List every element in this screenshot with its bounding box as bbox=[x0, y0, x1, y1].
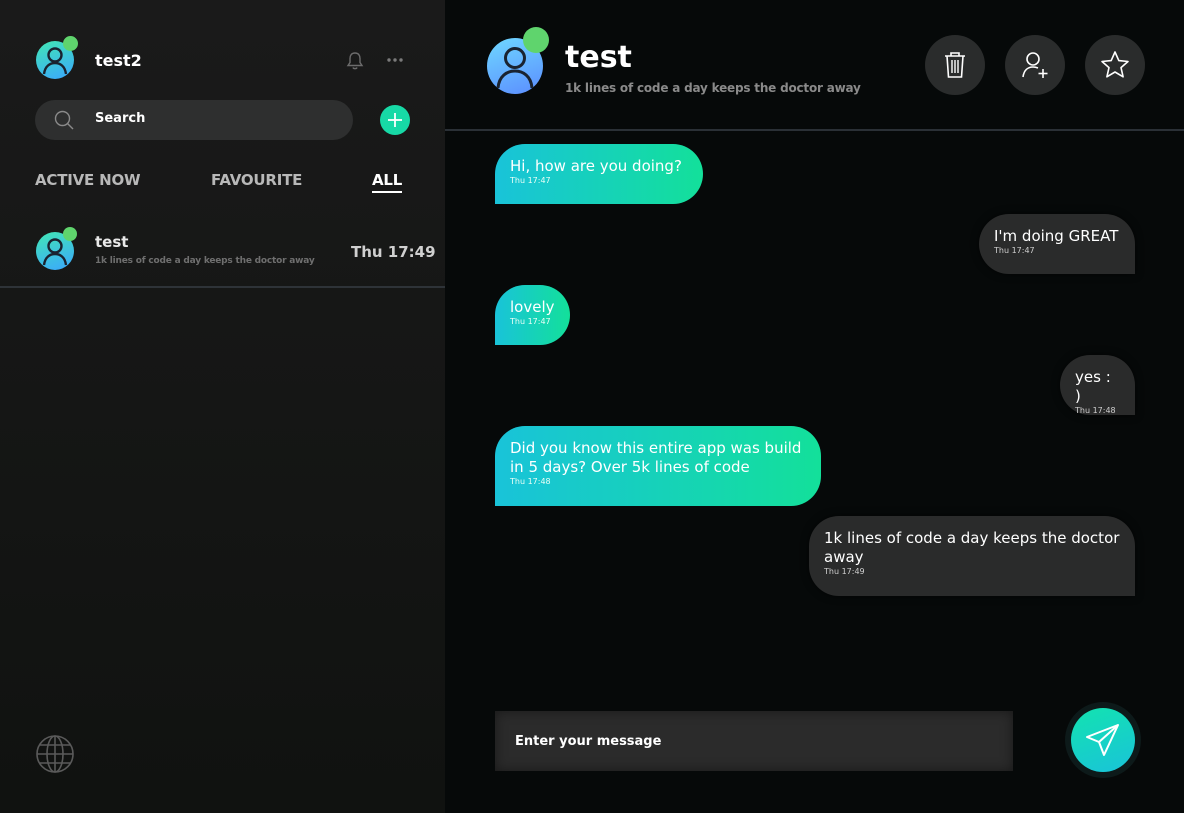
message-outgoing: I'm doing GREAT Thu 17:47 bbox=[979, 214, 1135, 274]
current-user-name: test2 bbox=[95, 51, 142, 70]
message-text: lovely bbox=[510, 298, 555, 316]
tab-all[interactable]: ALL bbox=[372, 171, 402, 193]
trash-icon bbox=[945, 52, 965, 78]
message-outgoing: yes : ) Thu 17:48 bbox=[1060, 355, 1135, 415]
send-icon bbox=[1086, 724, 1119, 756]
delete-chat-button[interactable] bbox=[925, 35, 985, 95]
message-incoming: Did you know this entire app was build i… bbox=[495, 426, 821, 506]
plus-icon bbox=[388, 113, 402, 127]
chat-contact-name: test bbox=[565, 40, 632, 75]
message-time: Thu 17:48 bbox=[510, 477, 551, 486]
contact-last-message: 1k lines of code a day keeps the doctor … bbox=[95, 256, 315, 266]
message-time: Thu 17:47 bbox=[510, 176, 551, 185]
message-incoming: Hi, how are you doing? Thu 17:47 bbox=[495, 144, 703, 204]
chat-contact-status: 1k lines of code a day keeps the doctor … bbox=[565, 81, 861, 95]
bell-icon[interactable] bbox=[344, 50, 366, 72]
star-icon bbox=[1101, 51, 1129, 78]
message-text: I'm doing GREAT bbox=[994, 227, 1119, 245]
online-indicator bbox=[523, 27, 549, 53]
message-text: Did you know this entire app was build i… bbox=[510, 439, 802, 476]
online-indicator bbox=[63, 227, 77, 241]
search-input[interactable]: Search bbox=[35, 100, 353, 140]
message-text: 1k lines of code a day keeps the doctor … bbox=[824, 529, 1120, 566]
message-time: Thu 17:47 bbox=[510, 317, 551, 326]
message-composer bbox=[495, 711, 1013, 771]
message-text: yes : ) bbox=[1075, 368, 1111, 405]
message-time: Thu 17:48 bbox=[1075, 406, 1116, 415]
search-icon bbox=[54, 110, 74, 130]
add-user-icon bbox=[1022, 52, 1048, 78]
message-time: Thu 17:49 bbox=[824, 567, 865, 576]
contact-last-time: Thu 17:49 bbox=[351, 243, 436, 261]
header-divider bbox=[445, 129, 1184, 131]
send-button[interactable] bbox=[1071, 708, 1135, 772]
contact-list-item[interactable]: test 1k lines of code a day keeps the do… bbox=[0, 218, 445, 288]
message-time: Thu 17:47 bbox=[994, 246, 1035, 255]
search-label: Search bbox=[95, 111, 146, 126]
favourite-button[interactable] bbox=[1085, 35, 1145, 95]
tab-active-now[interactable]: ACTIVE NOW bbox=[35, 171, 141, 189]
tab-favourite[interactable]: FAVOURITE bbox=[211, 171, 302, 189]
globe-icon[interactable] bbox=[35, 734, 75, 774]
add-user-button[interactable] bbox=[1005, 35, 1065, 95]
sidebar: test2 Search ACTIVE NOW FAVOURITE ALL te… bbox=[0, 0, 445, 813]
message-input[interactable] bbox=[515, 731, 985, 751]
message-incoming: lovely Thu 17:47 bbox=[495, 285, 570, 345]
new-chat-button[interactable] bbox=[380, 105, 410, 135]
message-text: Hi, how are you doing? bbox=[510, 157, 682, 175]
chat-panel: test 1k lines of code a day keeps the do… bbox=[445, 0, 1184, 813]
more-dots-icon[interactable] bbox=[384, 50, 406, 70]
message-outgoing: 1k lines of code a day keeps the doctor … bbox=[809, 516, 1135, 596]
online-indicator bbox=[63, 36, 78, 51]
contact-name: test bbox=[95, 233, 129, 251]
